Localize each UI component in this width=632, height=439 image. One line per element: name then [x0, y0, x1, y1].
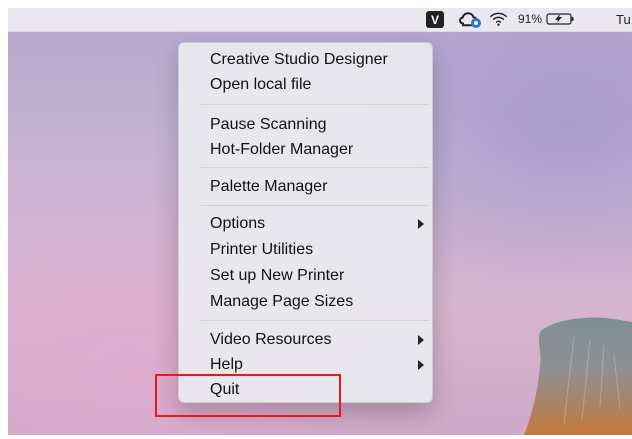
menu-item-manage-page-sizes[interactable]: Manage Page Sizes [210, 289, 424, 314]
quit-highlight-box [155, 374, 341, 417]
submenu-arrow-icon [418, 335, 424, 345]
menu-separator [201, 205, 429, 206]
battery-percentage: 91% [518, 12, 543, 26]
menu-separator [201, 104, 429, 105]
app-status-icon[interactable]: V [426, 11, 444, 28]
menubar-day-label: Tu [616, 12, 631, 27]
desktop: V 91% Tu Creative Studio Designer Open l… [8, 8, 632, 435]
rock-formation [524, 317, 632, 435]
menu-item-hot-folder-manager[interactable]: Hot-Folder Manager [210, 137, 424, 162]
menu-item-printer-utilities[interactable]: Printer Utilities [210, 237, 424, 262]
menu-item-video-resources[interactable]: Video Resources [210, 327, 424, 352]
menu-item-palette-manager[interactable]: Palette Manager [210, 174, 424, 199]
menu-item-pause-scanning[interactable]: Pause Scanning [210, 112, 424, 137]
battery-charging-icon[interactable] [546, 12, 576, 26]
menu-item-open-local-file[interactable]: Open local file [210, 72, 424, 97]
menu-item-options[interactable]: Options [210, 211, 424, 236]
menu-bar: V 91% Tu [8, 8, 632, 32]
app-status-letter: V [430, 12, 439, 27]
menu-item-set-up-new-printer[interactable]: Set up New Printer [210, 263, 424, 288]
wifi-icon[interactable] [489, 11, 508, 27]
submenu-arrow-icon [418, 219, 424, 229]
menu-separator [201, 320, 429, 321]
creative-cloud-icon[interactable] [458, 11, 482, 29]
submenu-arrow-icon [418, 360, 424, 370]
menu-separator [201, 167, 429, 168]
context-menu: Creative Studio Designer Open local file… [178, 42, 433, 403]
menu-item-creative-studio-designer[interactable]: Creative Studio Designer [210, 47, 424, 72]
